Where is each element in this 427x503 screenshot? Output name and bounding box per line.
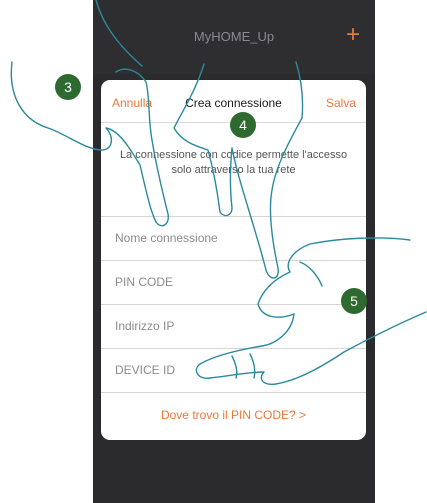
step-3-badge: 3 [55,74,81,100]
hand-step-3 [10,0,170,227]
hand-step-5 [195,237,427,386]
hand-step-4 [173,61,304,279]
step-4-badge: 4 [230,112,256,138]
step-5-badge: 5 [341,288,367,314]
